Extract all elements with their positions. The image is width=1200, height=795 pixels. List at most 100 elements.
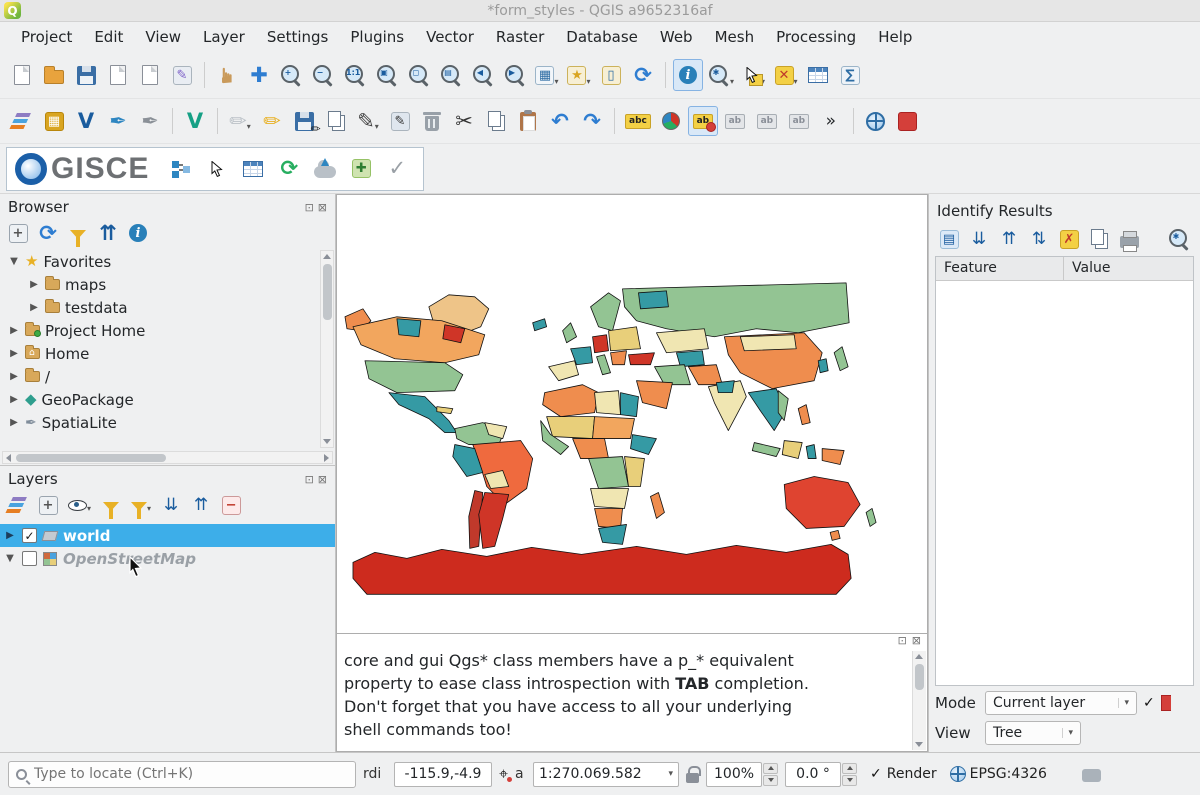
select-features[interactable]: ▾ [739,59,769,91]
zoom-to-selection[interactable]: ◻ [404,59,434,91]
mode-combobox[interactable]: Current layer ▾ [985,691,1137,715]
browser-item-testdata[interactable]: ▶testdata [4,296,319,319]
layer-visibility-checkbox[interactable] [22,551,37,566]
column-header-feature[interactable]: Feature [936,257,1064,280]
open-layer-styling-panel[interactable] [7,106,37,136]
spin-up-icon[interactable] [763,763,778,774]
layers-float-button[interactable]: ⊡ [305,474,314,485]
zoom-in[interactable]: + [276,59,306,91]
new-temporary-scratch-layer[interactable]: ✒ [135,106,165,136]
delete-selected[interactable] [417,106,447,136]
browser-refresh[interactable]: ⟳ [35,220,61,246]
console-float-button[interactable]: ⊡ [898,635,907,649]
layer-visibility-checkbox[interactable]: ✓ [22,528,37,543]
scroll-down-arrow[interactable] [913,739,925,750]
metasearch[interactable] [861,106,891,136]
open-project[interactable] [39,59,69,91]
identify-expand-new-results[interactable]: ⇅ [1026,226,1052,252]
messages-icon[interactable] [1082,769,1101,782]
layers-expand-all[interactable]: ⇊ [158,492,184,518]
menu-processing[interactable]: Processing [767,25,865,49]
new-spatial-bookmark[interactable]: ★▾ [564,59,594,91]
crs-status-button[interactable]: EPSG:4326 [950,766,1047,782]
magnifier-spinbox[interactable]: 100% [706,762,778,787]
lock-icon[interactable] [686,773,699,783]
collapsed-arrow-icon[interactable]: ▶ [28,279,40,290]
gisce-validate[interactable]: ✓ [380,151,414,187]
show-bookmarks[interactable]: ▯ [596,59,626,91]
collapsed-arrow-icon[interactable]: ▶ [8,417,20,428]
menu-web[interactable]: Web [651,25,702,49]
browser-item-spatialite[interactable]: ▶✒SpatiaLite [4,411,319,434]
layers-map-themes[interactable]: ▾ [65,492,94,518]
layers-filter-expression[interactable]: ▾ [128,492,154,518]
pan-to-selection[interactable]: ✚ [244,59,274,91]
map-canvas[interactable] [336,194,928,634]
zoom-last[interactable]: ◀ [468,59,498,91]
browser-properties[interactable]: i [125,220,151,246]
layers-collapse-all[interactable]: ⇈ [188,492,214,518]
gisce-sync[interactable]: ⟳ [272,151,306,187]
save-layer-edits[interactable]: ✏ [289,106,319,136]
layer-item-world[interactable]: ▶✓world [0,524,335,547]
scroll-left-arrow[interactable] [3,452,14,463]
digitize-copy-features[interactable] [321,106,351,136]
spin-down-icon[interactable] [763,775,778,786]
zoom-out[interactable]: − [308,59,338,91]
vertex-tool[interactable]: ✎▾ [353,106,383,136]
layers-close-button[interactable]: ⊠ [318,474,327,485]
data-source-manager[interactable]: ▦ [39,106,69,136]
refresh-map[interactable]: ⟳ [628,59,658,91]
menu-edit[interactable]: Edit [85,25,132,49]
layers-add-group[interactable]: + [35,492,61,518]
new-geopackage-layer[interactable]: ✒ [103,106,133,136]
browser-collapse-all[interactable]: ⇈ [95,220,121,246]
move-label[interactable]: ab [784,106,814,136]
menu-vector[interactable]: Vector [417,25,483,49]
menu-view[interactable]: View [136,25,190,49]
undo[interactable]: ↶ [545,106,575,136]
layer-item-openstreetmap[interactable]: ▼OpenStreetMap [0,547,335,570]
scrollbar-thumb[interactable] [16,454,166,462]
identify-open-form[interactable]: ▤ [936,226,962,252]
open-attribute-table[interactable] [803,59,833,91]
scroll-up-arrow[interactable] [913,651,925,662]
menu-database[interactable]: Database [557,25,647,49]
paste-features[interactable] [513,106,543,136]
identify-mode-settings[interactable]: ✱ [1165,226,1193,252]
console-scrollbar[interactable] [912,651,926,750]
identify-clear-results[interactable]: ✗ [1056,226,1082,252]
view-combobox[interactable]: Tree ▾ [985,721,1081,745]
scale-combobox[interactable]: 1:270.069.582 ▾ [533,762,679,787]
scroll-up-arrow[interactable] [321,251,333,262]
collapsed-arrow-icon[interactable]: ▶ [8,371,20,382]
collapsed-arrow-icon[interactable]: ▶ [4,530,16,541]
pan-map[interactable]: ☛ [212,59,242,91]
layers-remove[interactable]: − [218,492,244,518]
collapsed-arrow-icon[interactable]: ▶ [8,325,20,336]
multiedit-attributes[interactable]: ✎ [385,106,415,136]
identify-expand-tree[interactable]: ⇊ [966,226,992,252]
identify-collapse-tree[interactable]: ⇈ [996,226,1022,252]
console-text[interactable]: core and gui Qgs* class members have a p… [337,649,927,751]
browser-item-favorites[interactable]: ▼★Favorites [4,250,319,273]
zoom-next[interactable]: ▶ [500,59,530,91]
menu-layer[interactable]: Layer [194,25,254,49]
coordinate-input[interactable]: -115.9,-4.9 [394,762,492,787]
menu-raster[interactable]: Raster [487,25,553,49]
collapsed-arrow-icon[interactable]: ▶ [8,348,20,359]
zoom-native[interactable]: 1:1 [340,59,370,91]
highlight-pinned-labels[interactable]: ab [752,106,782,136]
redo[interactable]: ↷ [577,106,607,136]
deselect-features[interactable]: ✕▾ [771,59,801,91]
scrollbar-thumb[interactable] [915,664,924,690]
render-checkbox[interactable]: ✓ Render [870,766,937,782]
gisce-pointer[interactable] [200,151,234,187]
zoom-to-layer[interactable]: ▤ [436,59,466,91]
identify-results-content[interactable] [936,281,1193,685]
browser-add-selected-layers[interactable]: + [5,220,31,246]
menu-mesh[interactable]: Mesh [706,25,764,49]
identify-auto-open-check-icon[interactable]: ✓ [1143,695,1155,711]
toggle-editing[interactable]: ✏ [257,106,287,136]
browser-item-geopackage[interactable]: ▶◆GeoPackage [4,388,319,411]
